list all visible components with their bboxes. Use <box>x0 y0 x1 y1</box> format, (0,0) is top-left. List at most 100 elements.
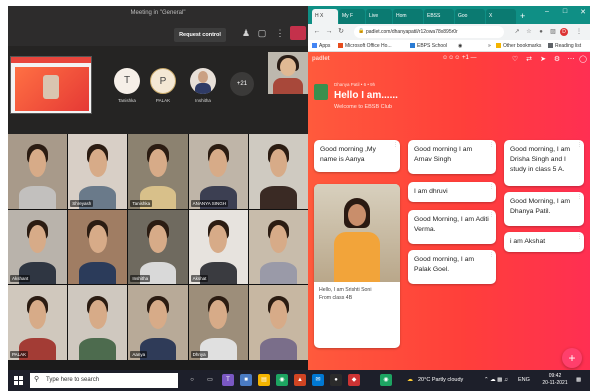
system-clock[interactable]: 09:42 20-11-2021 <box>540 373 570 387</box>
menu-icon[interactable]: ⋮ <box>574 27 584 37</box>
settings-gear-icon[interactable]: ⚙ <box>552 55 562 63</box>
participant-name: Tanishka <box>118 98 136 103</box>
more-participants-badge[interactable]: +21 <box>230 72 254 96</box>
tab[interactable]: Goo <box>455 9 485 24</box>
minimize-icon[interactable]: – <box>540 8 554 15</box>
post-menu-icon[interactable]: ⋮ <box>489 212 494 219</box>
video-tile[interactable]: Tanishka <box>128 134 188 209</box>
more-options-icon[interactable]: ⋮ <box>274 26 286 40</box>
bookmark-other[interactable]: Other bookmarks <box>496 40 541 52</box>
post-menu-icon[interactable]: ⋮ <box>489 184 494 191</box>
padlet-logo[interactable]: padlet <box>312 56 330 62</box>
request-control-button[interactable]: Request control <box>174 28 226 42</box>
participant-avatar-tanishka[interactable]: T Tanishka <box>110 68 144 103</box>
post-menu-icon[interactable]: ⋮ <box>393 142 398 149</box>
video-tile[interactable]: PALAK <box>8 285 68 360</box>
post-menu-icon[interactable]: ⋮ <box>577 142 582 149</box>
weather-text[interactable]: 20°C Partly cloudy <box>418 370 463 391</box>
post-card[interactable]: ⋮ I am dhruvi <box>408 182 496 202</box>
post-card[interactable]: ⋮ i am Akshat <box>504 232 584 252</box>
video-tile[interactable]: Akshat <box>188 209 248 285</box>
mail-icon[interactable]: ✉ <box>312 374 324 386</box>
notification-icon[interactable]: ▩ <box>576 370 581 391</box>
post-card[interactable]: ⋮ Good morning, I am Palak Goel. <box>408 250 496 284</box>
video-tile[interactable]: Akshant <box>8 209 68 285</box>
close-icon[interactable]: ✕ <box>576 8 590 16</box>
more-icon[interactable]: ⋯ <box>566 55 576 63</box>
post-menu-icon[interactable]: ⋮ <box>489 252 494 259</box>
extension-icon[interactable]: ● <box>536 27 546 37</box>
bookmarks-overflow[interactable]: » <box>488 40 491 52</box>
url-input[interactable]: padlet.com/dhanyapatil/r12owa78x895r0r <box>354 26 504 38</box>
video-tile[interactable] <box>248 134 308 209</box>
video-tile[interactable] <box>68 285 128 360</box>
lock-icon[interactable]: 🔒 <box>358 28 364 36</box>
weather-icon[interactable]: ☁ <box>404 374 416 386</box>
tab-active[interactable]: H X <box>312 9 338 24</box>
puzzle-icon[interactable]: ▨ <box>548 27 558 37</box>
chat-icon[interactable]: ▢ <box>256 26 268 40</box>
tab[interactable]: Hom <box>393 9 423 24</box>
share-icon[interactable]: ↗ <box>512 27 522 37</box>
remake-icon[interactable]: ⇄ <box>524 55 534 63</box>
new-tab-button[interactable]: + <box>520 10 525 22</box>
globe-icon[interactable]: ◉ <box>458 40 462 52</box>
post-card[interactable]: ⋮ Good Morning, I am Dhanya Patil. <box>504 192 584 226</box>
app-icon[interactable]: ■ <box>240 374 252 386</box>
tab[interactable]: EBSS <box>424 9 454 24</box>
padlet-collaborators[interactable]: ☺☺☺ +1 — <box>442 55 477 61</box>
video-tile[interactable] <box>248 285 308 360</box>
post-menu-icon[interactable]: ⋮ <box>577 234 582 241</box>
video-tile[interactable] <box>248 209 308 285</box>
app-icon[interactable]: ▲ <box>294 374 306 386</box>
bookmark-school[interactable]: EBPS School <box>410 40 447 52</box>
maximize-icon[interactable]: □ <box>558 8 572 15</box>
people-icon[interactable]: ♟ <box>240 26 252 40</box>
task-view-icon[interactable]: ▭ <box>204 374 216 386</box>
chrome-icon[interactable]: ◉ <box>380 374 392 386</box>
bookmark-reading-list[interactable]: Reading list <box>548 40 581 52</box>
video-tile[interactable]: ANANYA SINGH <box>188 134 248 209</box>
teams-app-icon[interactable]: T <box>222 374 234 386</box>
bookmark-office[interactable]: Microsoft Office Ho... <box>338 40 392 52</box>
video-tile[interactable] <box>68 209 128 285</box>
post-menu-icon[interactable]: ⋮ <box>489 142 494 149</box>
profile-icon[interactable]: D <box>560 28 568 36</box>
video-tile[interactable]: Shreyash <box>68 134 128 209</box>
tab[interactable]: My F <box>339 9 365 24</box>
video-tile[interactable]: Aanya <box>128 285 188 360</box>
post-card[interactable]: ⋮ Good morning I am Arnav Singh <box>408 140 496 174</box>
post-menu-icon[interactable]: ⋮ <box>577 194 582 201</box>
share-icon[interactable]: ➤ <box>538 55 548 63</box>
reload-icon[interactable]: ↻ <box>336 27 346 37</box>
post-card[interactable]: ⋮ Good morning, I am Drisha Singh and I … <box>504 140 584 186</box>
windows-start-icon[interactable] <box>14 376 23 385</box>
video-tile[interactable] <box>8 134 68 209</box>
file-explorer-icon[interactable]: ▤ <box>258 374 270 386</box>
app-icon[interactable]: ◆ <box>348 374 360 386</box>
taskbar-search-box[interactable]: ⚲ Type here to search <box>30 373 178 388</box>
post-card-image[interactable]: Hello, I am Srishti Soni From class 4B <box>314 184 400 348</box>
language-indicator[interactable]: ENG <box>518 370 530 391</box>
video-tile[interactable]: Inshitha <box>128 209 188 285</box>
screen-share-thumbnail[interactable] <box>10 56 92 114</box>
chrome-icon[interactable]: ◉ <box>276 374 288 386</box>
app-icon[interactable]: ● <box>330 374 342 386</box>
post-card[interactable]: ⋮ Good Morning, I am Aditi Verma. <box>408 210 496 244</box>
tray-icons[interactable]: ⌃ ☁ ▩ ♫ <box>484 370 508 391</box>
add-post-button[interactable]: + <box>562 348 582 368</box>
bookmark-apps[interactable]: Apps <box>312 40 330 52</box>
participant-avatar-palak[interactable]: P PALAK <box>146 68 180 103</box>
leave-call-button[interactable] <box>290 26 306 40</box>
profile-circle-icon[interactable]: ◯ <box>578 55 588 63</box>
heart-icon[interactable]: ♡ <box>510 55 520 63</box>
back-icon[interactable]: ← <box>312 27 322 37</box>
tab[interactable]: X <box>486 9 516 24</box>
video-tile[interactable]: Dhnya <box>188 285 248 360</box>
forward-icon[interactable]: → <box>324 27 334 37</box>
star-icon[interactable]: ☆ <box>524 27 534 37</box>
cortana-icon[interactable]: ○ <box>186 374 198 386</box>
participant-avatar-inshitha[interactable]: Inshitha <box>186 68 220 103</box>
post-card[interactable]: ⋮ Good morning ,My name is Aanya <box>314 140 400 172</box>
tab[interactable]: Live <box>366 9 392 24</box>
